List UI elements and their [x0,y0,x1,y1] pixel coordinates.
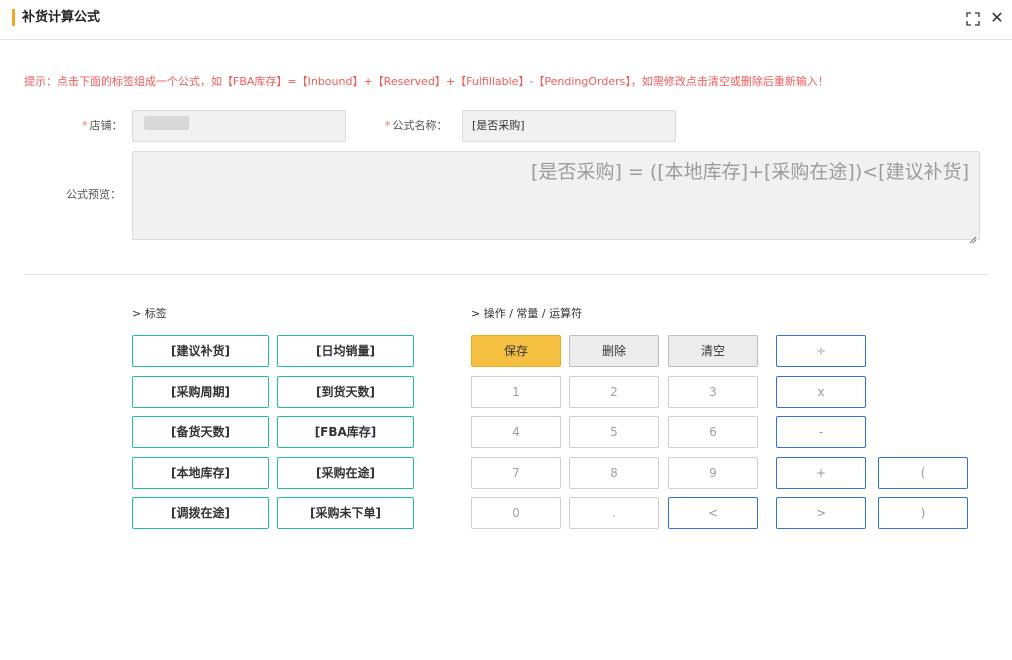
dialog-titlebar [0,0,1012,40]
clear-button[interactable]: 清空 [668,335,758,367]
tag-button[interactable]: [采购未下单] [277,497,414,529]
delete-button[interactable]: 删除 [569,335,659,367]
right-paren-button[interactable]: ) [878,497,968,529]
close-icon[interactable]: ✕ [989,9,1005,27]
number-button-5[interactable]: 5 [569,416,659,448]
save-button[interactable]: 保存 [471,335,561,367]
tag-button[interactable]: [调拨在途] [132,497,269,529]
ops-section-title: > 操作 / 常量 / 运算符 [471,307,583,320]
title-accent-bar [12,9,15,26]
tag-button[interactable]: [采购在途] [277,457,414,489]
number-button-2[interactable]: 2 [569,376,659,408]
tag-button[interactable]: [到货天数] [277,376,414,408]
tag-button[interactable]: [本地库存] [132,457,269,489]
resize-grip-icon[interactable] [969,229,977,244]
formula-hint: 提示：点击下面的标签组成一个公式，如【FBA库存】=【Inbound】+【Res… [24,75,829,88]
formula-preview-textarea[interactable]: [是否采购] = ([本地库存]+[采购在途])<[建议补货] [132,151,980,244]
tag-button[interactable]: [备货天数] [132,416,269,448]
formula-name-label: * 公式名称： [385,119,448,132]
number-button-9[interactable]: 9 [668,457,758,489]
number-button-3[interactable]: 3 [668,376,758,408]
tags-section-title: > 标签 [132,307,167,320]
minus-button[interactable]: - [776,416,866,448]
store-label: * 店铺： [82,119,123,132]
number-button-1[interactable]: 1 [471,376,561,408]
maximize-icon[interactable] [966,11,980,26]
decimal-point-button[interactable]: . [569,497,659,529]
dialog-title: 补货计算公式 [22,10,101,25]
plus-button[interactable]: + [776,457,866,489]
section-divider [24,274,988,275]
tag-button[interactable]: [FBA库存] [277,416,414,448]
formula-preview-text: [是否采购] = ([本地库存]+[采购在途])<[建议补货] [531,161,969,183]
number-button-6[interactable]: 6 [668,416,758,448]
store-value-redacted [144,116,189,130]
greater-than-button[interactable]: > [776,497,866,529]
required-mark: * [385,119,391,132]
number-button-8[interactable]: 8 [569,457,659,489]
divide-button[interactable]: ÷ [776,335,866,367]
formula-name-field[interactable]: [是否采购] [462,110,676,142]
left-paren-button[interactable]: ( [878,457,968,489]
preview-label: 公式预览： [66,188,121,201]
tag-button[interactable]: [建议补货] [132,335,269,367]
tag-button[interactable]: [采购周期] [132,376,269,408]
required-mark: * [82,119,88,132]
number-button-7[interactable]: 7 [471,457,561,489]
multiply-button[interactable]: x [776,376,866,408]
number-button-0[interactable]: 0 [471,497,561,529]
less-than-button[interactable]: < [668,497,758,529]
tag-button[interactable]: [日均销量] [277,335,414,367]
number-button-4[interactable]: 4 [471,416,561,448]
